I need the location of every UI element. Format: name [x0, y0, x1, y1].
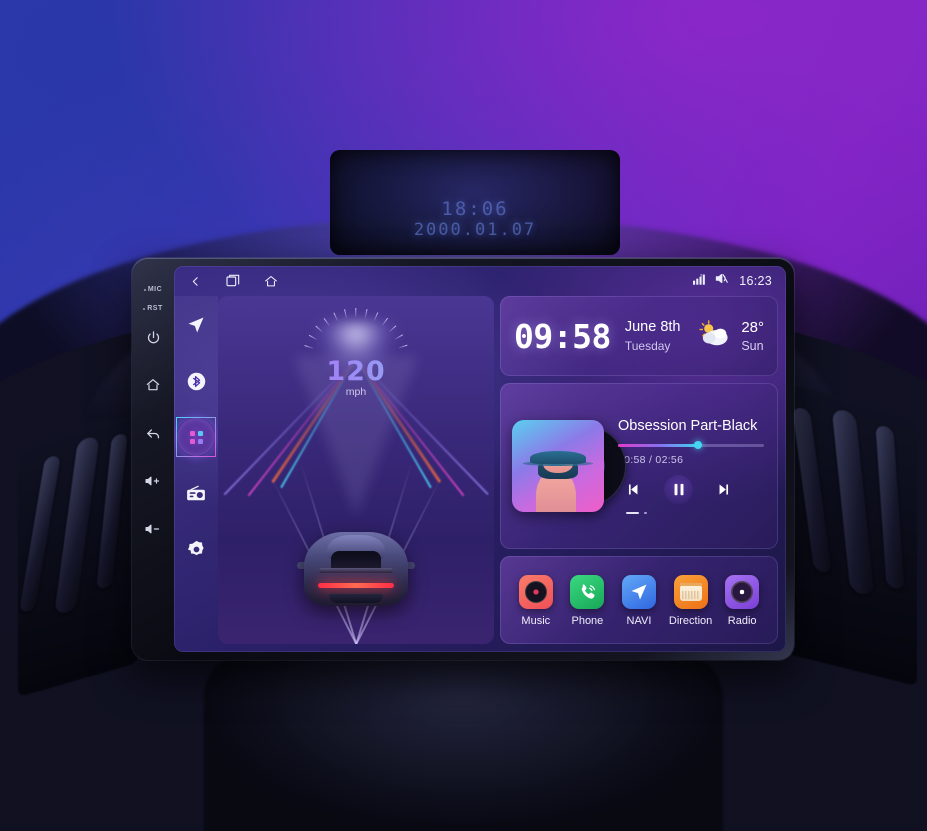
bezel-back-button[interactable] — [140, 420, 166, 446]
album-art — [512, 420, 604, 512]
music-player-widget[interactable]: Obsession Part-Black 00:58 / 02:56 — [500, 383, 778, 549]
cluster-time: 18:06 — [441, 198, 509, 220]
status-bar: 5 16:23 — [174, 266, 786, 296]
rail-item-apps[interactable] — [176, 417, 216, 457]
app-label: Music — [521, 615, 551, 627]
radio-dot-icon — [725, 575, 760, 609]
bezel-home-button[interactable] — [140, 372, 166, 398]
status-clock: 16:23 — [739, 274, 772, 288]
app-label: Radio — [727, 615, 757, 627]
app-shortcut-phone[interactable]: Phone — [562, 575, 614, 627]
app-shortcut-radio[interactable]: Radio — [716, 575, 768, 627]
clock-weather-widget[interactable]: 09:58 June 8th Tuesday 28° Sun — [500, 296, 778, 376]
skip-previous-icon[interactable] — [624, 481, 641, 498]
app-shortcut-music[interactable]: Music — [510, 575, 562, 627]
track-title: Obsession Part-Black — [618, 417, 758, 434]
rail-item-radio[interactable] — [181, 478, 211, 508]
folder-radio-icon — [673, 575, 708, 609]
clock-weekday: Tuesday — [624, 338, 671, 353]
page-indicator-dot — [644, 511, 647, 515]
app-label: NAVI — [626, 615, 652, 627]
music-disc-icon — [518, 575, 553, 609]
app-shortcut-navi[interactable]: NAVI — [613, 575, 665, 627]
app-rail — [174, 296, 218, 652]
instrument-cluster: 18:06 2000.01.07 — [330, 150, 620, 255]
bezel-mic-label: MIC — [144, 286, 162, 293]
apps-grid-icon — [189, 430, 203, 444]
app-shortcut-direction[interactable]: Direction — [665, 575, 717, 627]
player-info: Obsession Part-Black 00:58 / 02:56 — [618, 418, 764, 515]
system-nav-buttons — [186, 272, 280, 290]
playback-time: 00:58 / 02:56 — [618, 453, 684, 466]
weather-block[interactable]: 28° Sun — [697, 318, 764, 354]
back-icon[interactable] — [186, 272, 204, 290]
date-block: June 8th Tuesday — [625, 318, 681, 354]
bezel-key-column: MIC RST — [132, 258, 174, 660]
weather-condition: Sun — [741, 338, 764, 353]
rail-item-settings[interactable] — [181, 534, 211, 564]
temperature-value: 28° — [741, 319, 764, 337]
center-console — [203, 656, 724, 831]
album-art-wrapper[interactable] — [512, 420, 626, 512]
speedometer-ticks — [302, 308, 410, 362]
rail-item-navigation[interactable] — [181, 310, 211, 340]
page-indicator — [618, 511, 764, 515]
pause-icon[interactable] — [662, 473, 695, 506]
air-vent-right — [787, 383, 917, 687]
temperature-block: 28° Sun — [741, 318, 764, 354]
player-controls — [618, 473, 764, 506]
speed-unit: mph — [345, 386, 367, 398]
car-illustration — [297, 532, 415, 606]
bezel-rst-label: RST — [143, 305, 163, 312]
recents-square-icon[interactable] — [224, 272, 242, 290]
status-indicators: 5 16:23 — [693, 272, 772, 290]
app-shortcuts-row: Music Phone NAVI Direction Radio — [500, 556, 778, 644]
drive-view-panel[interactable]: 120 mph — [218, 296, 494, 644]
progress-fill — [618, 443, 699, 447]
widget-column: 09:58 June 8th Tuesday 28° Sun Obsession… — [500, 296, 778, 644]
air-vent-left — [18, 412, 138, 698]
app-label: Phone — [571, 615, 604, 627]
app-label: Direction — [668, 615, 713, 627]
clock-date: June 8th — [624, 319, 681, 336]
touchscreen[interactable]: 5 16:23 120 mph 09:58 June 8th Tuesday 2… — [174, 266, 786, 652]
progress-bar[interactable] — [618, 441, 764, 450]
skip-next-icon[interactable] — [716, 481, 733, 498]
home-icon[interactable] — [262, 272, 280, 290]
head-unit: MIC RST 5 16:23 120 mph 09:58 June 8th T… — [132, 258, 794, 660]
navigation-arrow-icon — [621, 575, 656, 609]
page-indicator-active — [626, 511, 639, 515]
progress-knob[interactable] — [694, 441, 703, 450]
clock-time: 09:58 — [514, 316, 611, 356]
bezel-power-button[interactable] — [140, 324, 166, 350]
rail-item-bluetooth[interactable] — [181, 366, 211, 396]
bezel-volume-down-button[interactable] — [140, 516, 166, 542]
svg-text:5: 5 — [701, 274, 703, 278]
speedometer: 120 mph — [218, 308, 494, 398]
sun-behind-cloud-icon — [697, 319, 733, 354]
phone-icon — [570, 575, 605, 609]
bezel-volume-up-button[interactable] — [140, 468, 166, 494]
cluster-date: 2000.01.07 — [413, 220, 537, 240]
signal-bars-icon: 5 — [693, 272, 706, 290]
volume-mute-icon[interactable] — [715, 272, 730, 290]
